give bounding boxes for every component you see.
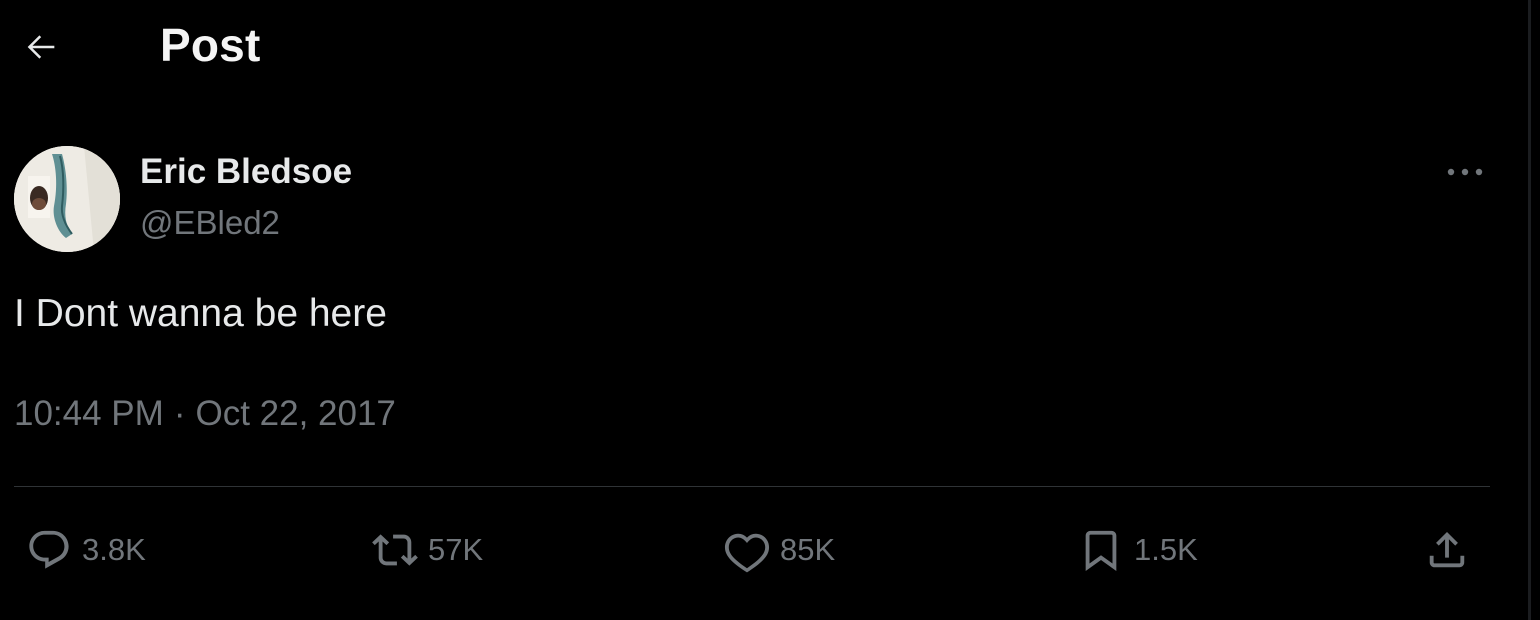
profile-photo (14, 146, 120, 252)
meta-separator: · (173, 394, 186, 433)
back-button[interactable] (14, 20, 68, 74)
bookmark-button[interactable]: 1.5K (1078, 520, 1198, 580)
repost-button[interactable]: 57K (372, 520, 483, 580)
post-timestamp[interactable]: 10:44 PM · Oct 22, 2017 (14, 394, 396, 434)
more-options-button[interactable] (1440, 154, 1490, 190)
repost-icon (372, 534, 418, 566)
reply-count: 3.8K (82, 532, 146, 567)
avatar[interactable] (14, 146, 120, 252)
page-header: Post (0, 0, 1528, 96)
share-button[interactable] (1424, 520, 1470, 580)
more-icon (1447, 168, 1483, 176)
column-border (1528, 0, 1531, 620)
divider (14, 486, 1490, 487)
repost-count: 57K (428, 532, 484, 567)
post-time: 10:44 PM (14, 394, 164, 433)
post-date: Oct 22, 2017 (195, 394, 396, 433)
like-button[interactable]: 85K (724, 520, 835, 580)
author-handle[interactable]: @EBled2 (140, 204, 280, 242)
arrow-left-icon (27, 35, 55, 59)
reply-button[interactable]: 3.8K (26, 520, 146, 580)
like-count: 85K (780, 532, 836, 567)
page-title: Post (160, 19, 261, 71)
reply-icon (29, 530, 69, 569)
bookmark-count: 1.5K (1134, 532, 1198, 567)
post-text: I Dont wanna be here (14, 292, 387, 335)
action-bar: 3.8K 57K 85K 1.5K (0, 520, 1528, 580)
post-page: Post Eric Bledsoe @EBled2 I Dont wanna b… (0, 0, 1528, 620)
heart-icon (724, 533, 770, 573)
bookmark-icon (1085, 530, 1117, 571)
share-icon (1429, 531, 1465, 568)
author-name[interactable]: Eric Bledsoe (140, 152, 352, 192)
